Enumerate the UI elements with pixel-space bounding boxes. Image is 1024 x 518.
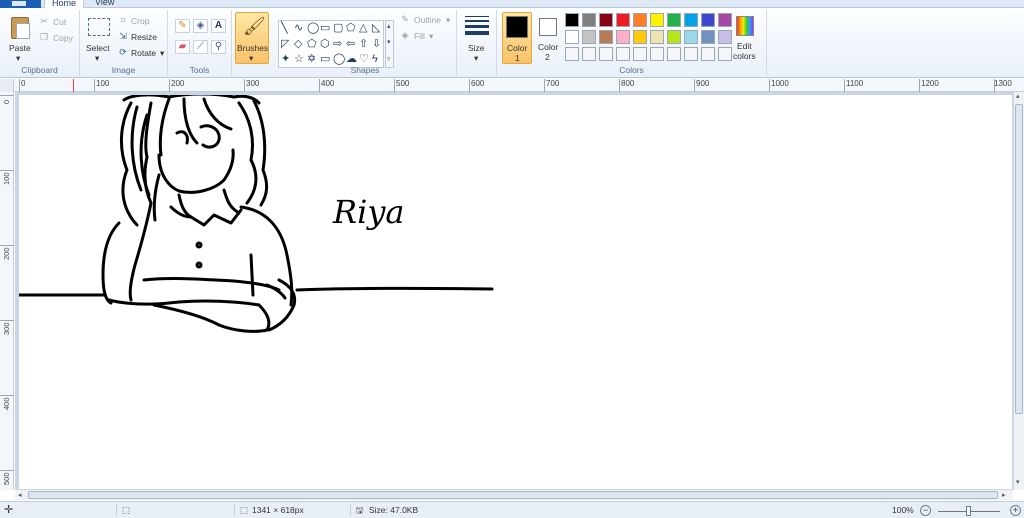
rotate-icon: ⟳ (119, 47, 127, 57)
shapes-group-label-wrap: Shapes (273, 10, 457, 76)
copy-button[interactable]: Copy (53, 33, 73, 43)
magnifier-icon[interactable]: ⚲ (211, 40, 226, 54)
crop-icon: ⌗ (120, 15, 126, 25)
ruler-label: 300 (246, 79, 260, 88)
image-dimensions: 1341 × 618px (252, 505, 304, 515)
drawing: Riya (19, 95, 494, 333)
shapes-group-label: Shapes (350, 65, 380, 75)
brushes-dropdown-icon: ▾ (249, 53, 254, 63)
ribbon: Paste ▾ ✂ Cut ❐ Copy Clipboard Select ▾ … (0, 8, 1024, 78)
tab-home[interactable]: Home (44, 0, 85, 8)
status-bar: ✛ ⬚ ⬚ 1341 × 618px 🖫 Size: 47.0KB 100% −… (0, 501, 1024, 518)
file-size-icon: 🖫 (356, 505, 364, 515)
ruler-label: 800 (621, 79, 635, 88)
color-picker-icon[interactable]: ⟋ (193, 40, 208, 54)
ruler-label: 1100 (846, 79, 864, 88)
resize-button[interactable]: Resize (131, 32, 157, 42)
vertical-scroll-thumb[interactable] (1015, 104, 1023, 414)
size-button[interactable]: Size (468, 43, 485, 53)
zoom-in-button[interactable]: + (1010, 505, 1021, 516)
ruler-cursor-marker (73, 79, 74, 92)
zoom-out-button[interactable]: − (920, 505, 931, 516)
select-button[interactable]: Select (86, 43, 110, 53)
cut-button[interactable]: Cut (53, 17, 66, 27)
ruler-label: 400 (2, 397, 11, 410)
ruler-label: 200 (171, 79, 185, 88)
ruler-corner (0, 79, 14, 92)
scroll-down-icon[interactable]: ▾ (1016, 478, 1020, 486)
ruler-label: 200 (2, 247, 11, 260)
ruler-label: 0 (21, 79, 26, 88)
clipboard-group-label: Clipboard (21, 65, 58, 75)
vertical-ruler: 0 100 200 300 400 500 (0, 92, 14, 490)
file-menu-icon (12, 1, 26, 6)
ruler-label: 900 (696, 79, 710, 88)
vertical-scrollbar[interactable]: ▴ ▾ (1013, 92, 1024, 490)
ruler-label: 0 (2, 99, 11, 104)
image-dimensions-icon: ⬚ (240, 505, 249, 515)
scroll-up-icon[interactable]: ▴ (1016, 92, 1020, 100)
ruler-label: 600 (471, 79, 485, 88)
horizontal-scrollbar[interactable]: ◂ ▸ (15, 489, 1013, 500)
crop-button[interactable]: Crop (131, 16, 149, 26)
paste-dropdown-icon[interactable]: ▾ (16, 53, 20, 64)
resize-icon: ⇲ (119, 31, 127, 41)
ruler-label: 500 (396, 79, 410, 88)
ruler-label: 500 (2, 472, 11, 485)
file-size: Size: 47.0KB (369, 505, 419, 515)
ruler-label: 100 (2, 172, 11, 185)
ruler-label: 300 (2, 322, 11, 335)
rotate-dropdown-icon[interactable]: ▾ (160, 48, 164, 59)
scroll-right-icon[interactable]: ▸ (1002, 491, 1006, 499)
ruler-label: 700 (546, 79, 560, 88)
cursor-position-icon: ✛ (4, 504, 14, 516)
tools-group: ✎ ◈ A ▰ ⟋ ⚲ Tools (168, 10, 232, 76)
ruler-label: 1200 (921, 79, 939, 88)
ribbon-tab-bar: Home View (0, 0, 1024, 8)
zoom-slider-thumb[interactable] (966, 506, 971, 516)
image-group-label: Image (111, 65, 136, 75)
paste-icon[interactable] (11, 17, 30, 39)
pencil-icon[interactable]: ✎ (175, 19, 190, 33)
colors-group-label: Colors (619, 65, 644, 75)
size-dropdown-icon[interactable]: ▾ (474, 53, 478, 64)
horizontal-ruler: 0 100 200 300 400 500 600 700 800 900 10… (0, 79, 1024, 92)
rotate-button[interactable]: Rotate (131, 48, 156, 58)
brush-icon: 🖌 (243, 16, 266, 36)
paste-button[interactable]: Paste (9, 43, 31, 53)
clipboard-group: Paste ▾ ✂ Cut ❐ Copy Clipboard (0, 10, 80, 76)
brushes-button[interactable]: 🖌 Brushes ▾ (235, 12, 269, 64)
horizontal-scroll-thumb[interactable] (28, 491, 998, 499)
size-group: Size ▾ (457, 10, 497, 76)
select-dropdown-icon[interactable]: ▾ (95, 53, 99, 64)
drawing-canvas[interactable]: Riya (19, 95, 1012, 489)
brushes-label: Brushes (237, 43, 269, 53)
selection-size-icon: ⬚ (122, 505, 131, 515)
ruler-label: 1300 (994, 79, 1012, 88)
cut-icon: ✂ (40, 16, 48, 26)
tools-group-label: Tools (189, 65, 210, 75)
scroll-left-icon[interactable]: ◂ (18, 491, 22, 499)
ruler-label: 100 (96, 79, 110, 88)
drawn-signature-text: Riya (332, 193, 404, 231)
image-group: Select ▾ ⌗ Crop ⇲ Resize ⟳ Rotate ▾ Imag… (80, 10, 168, 76)
zoom-level: 100% (892, 505, 914, 515)
file-menu-button[interactable] (0, 0, 41, 8)
text-icon[interactable]: A (211, 19, 226, 33)
ruler-label: 400 (321, 79, 335, 88)
ruler-label: 1000 (771, 79, 789, 88)
fill-icon[interactable]: ◈ (193, 19, 208, 33)
eraser-icon[interactable]: ▰ (175, 40, 190, 54)
tab-view[interactable]: View (88, 0, 121, 8)
copy-icon: ❐ (39, 32, 49, 42)
size-icon[interactable] (465, 16, 489, 38)
colors-group: Colors (497, 10, 767, 76)
select-icon[interactable] (88, 18, 110, 36)
